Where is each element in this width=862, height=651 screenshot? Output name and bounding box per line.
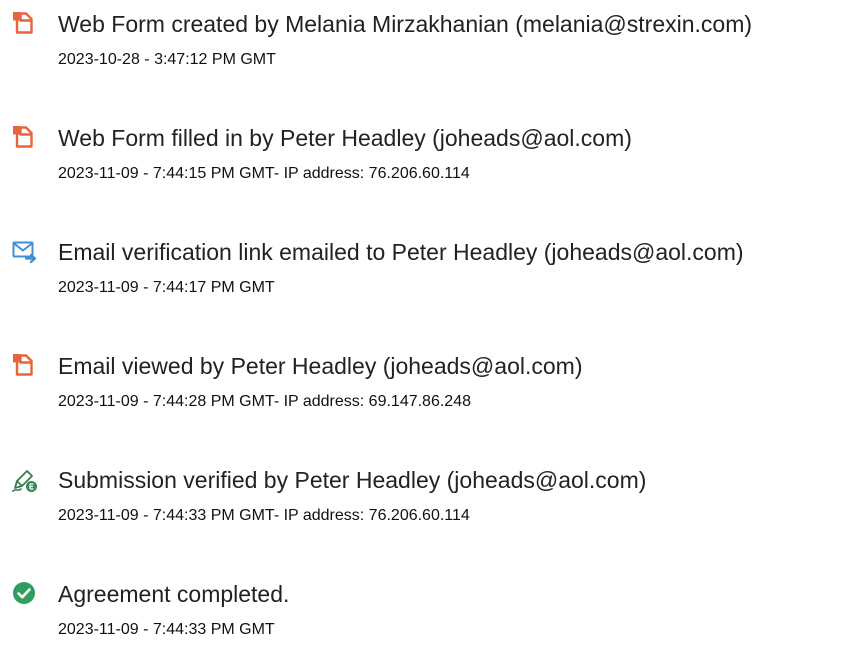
event-title: Web Form filled in by Peter Headley (joh… [58,125,632,151]
event-title: Web Form created by Melania Mirzakhanian… [58,11,753,37]
audit-event-email-viewed: Email viewed by Peter Headley (joheads@a… [0,353,862,423]
audit-event-email-verification-sent: Email verification link emailed to Peter… [0,239,862,309]
event-timestamp: 2023-11-09 - 7:44:15 PM GMT- IP address:… [58,165,470,182]
document-icon [12,353,36,377]
event-timestamp: 2023-11-09 - 7:44:33 PM GMT [58,621,275,638]
event-title: Submission verified by Peter Headley (jo… [58,467,647,493]
event-timestamp: 2023-11-09 - 7:44:17 PM GMT [58,279,275,296]
audit-event-web-form-created: Web Form created by Melania Mirzakhanian… [0,11,862,81]
document-icon [12,11,36,35]
email-send-icon [12,239,37,263]
pen-verified-icon [12,467,37,492]
event-title: Email verification link emailed to Peter… [58,239,744,265]
check-circle-icon [12,581,36,605]
audit-event-submission-verified: Submission verified by Peter Headley (jo… [0,467,862,537]
event-title: Email viewed by Peter Headley (joheads@a… [58,353,583,379]
audit-event-agreement-completed: Agreement completed. 2023-11-09 - 7:44:3… [0,581,862,651]
event-timestamp: 2023-10-28 - 3:47:12 PM GMT [58,51,276,68]
document-icon [12,125,36,149]
audit-event-web-form-filled: Web Form filled in by Peter Headley (joh… [0,125,862,195]
event-title: Agreement completed. [58,581,290,607]
event-timestamp: 2023-11-09 - 7:44:33 PM GMT- IP address:… [58,507,470,524]
event-timestamp: 2023-11-09 - 7:44:28 PM GMT- IP address:… [58,393,471,410]
